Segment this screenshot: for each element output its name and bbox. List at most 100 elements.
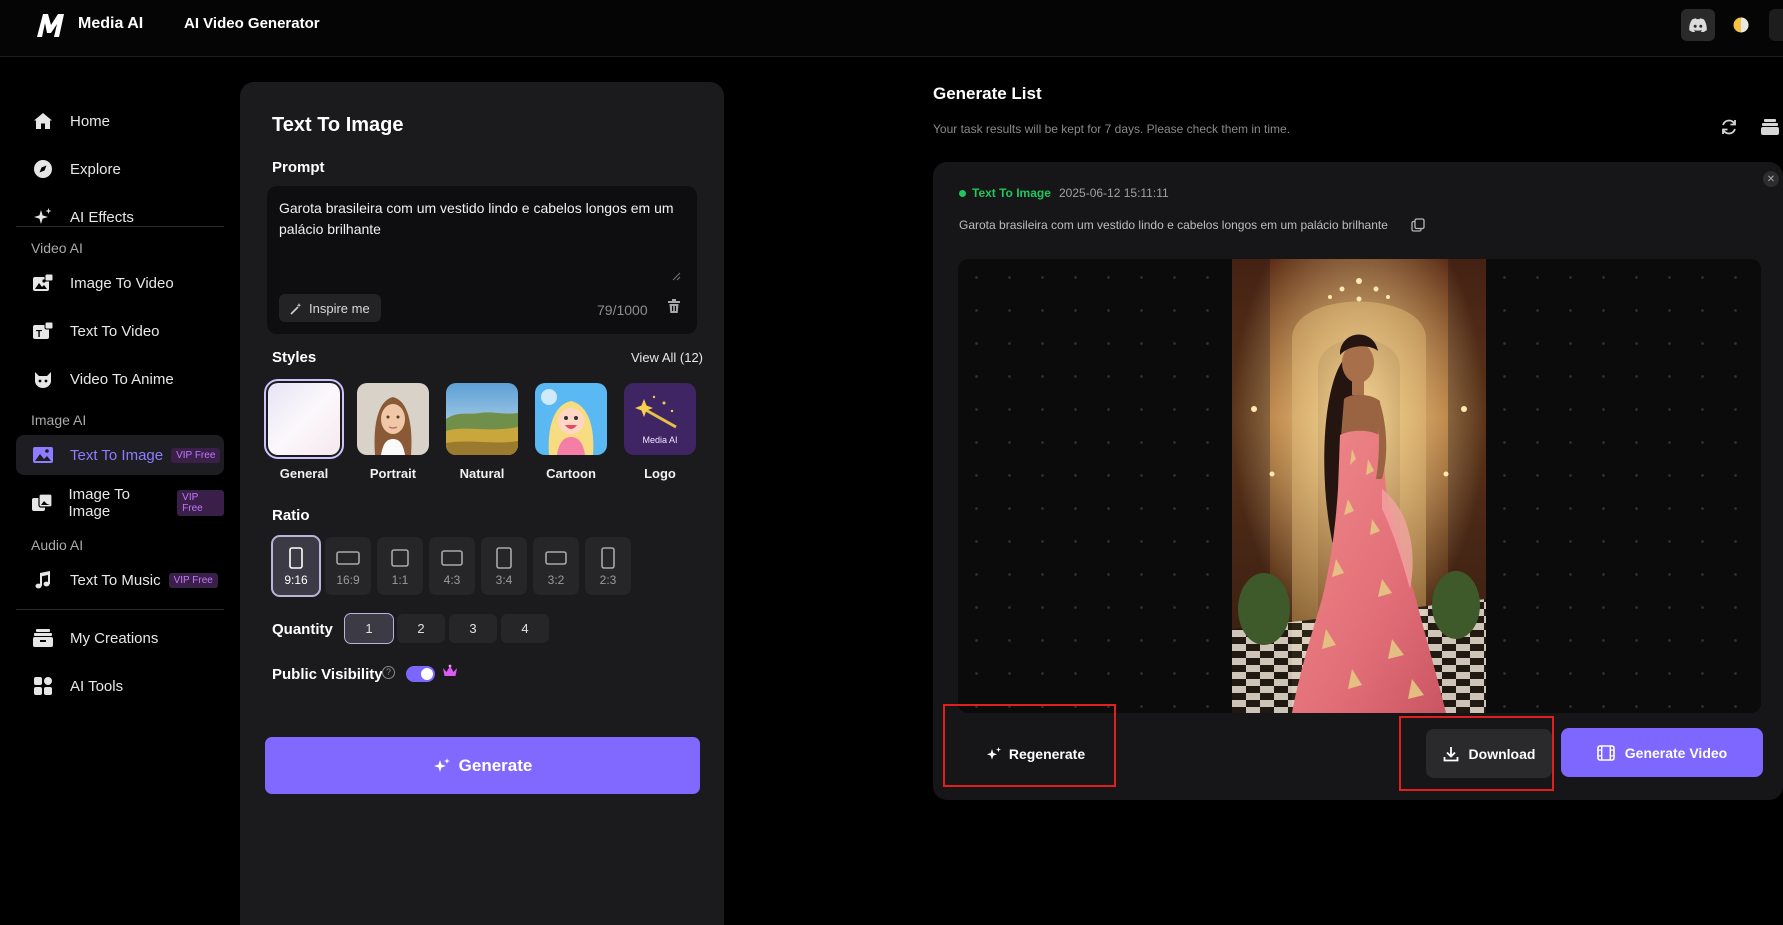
style-cartoon-thumb[interactable] xyxy=(535,383,607,455)
ratio-option-3-4[interactable]: 3:4 xyxy=(481,537,527,595)
sidebar-item-label: Image To Image xyxy=(68,486,130,520)
task-timestamp: 2025-06-12 15:11:11 xyxy=(1059,186,1169,200)
style-label-portrait: Portrait xyxy=(369,466,417,481)
sidebar-item-label: My Creations xyxy=(70,629,159,647)
sidebar-item-explore[interactable]: Explore xyxy=(16,149,224,189)
style-label-natural: Natural xyxy=(459,466,505,481)
character-counter: 79/1000 xyxy=(597,302,648,318)
ratio-option-9-16[interactable]: 9:16 xyxy=(271,535,321,597)
regenerate-highlight-box xyxy=(943,704,1116,787)
sidebar-item-label: Text To Music xyxy=(70,571,161,589)
download-highlight-box xyxy=(1399,716,1554,791)
generate-button[interactable]: Generate xyxy=(265,737,700,794)
ratio-label-text: 4:3 xyxy=(443,573,461,587)
ratio-option-3-2[interactable]: 3:2 xyxy=(533,537,579,595)
generate-video-label: Generate Video xyxy=(1624,744,1728,761)
public-visibility-toggle[interactable] xyxy=(406,666,435,682)
section-label-video-ai: Video AI xyxy=(31,240,83,256)
sidebar-item-label: AI Effects xyxy=(70,208,134,226)
style-label-cartoon: Cartoon xyxy=(546,466,596,481)
prompt-text[interactable]: Garota brasileira com um vestido lindo e… xyxy=(279,198,679,240)
quantity-label: Quantity xyxy=(272,621,333,638)
sidebar-item-label: Video To Anime xyxy=(70,370,174,388)
sidebar-divider xyxy=(16,609,224,610)
sidebar-item-ai-effects[interactable]: AI Effects xyxy=(16,197,224,237)
help-icon[interactable]: ? xyxy=(382,666,395,679)
section-label-audio-ai: Audio AI xyxy=(31,537,84,553)
anime-icon xyxy=(31,367,55,391)
copy-icon[interactable] xyxy=(1411,218,1425,232)
text-video-icon: T xyxy=(31,319,55,343)
music-icon xyxy=(31,568,55,592)
sidebar-item-label: AI Tools xyxy=(70,677,124,695)
sidebar-item-label: Image To Video xyxy=(70,274,174,292)
prompt-textarea[interactable]: Garota brasileira com um vestido lindo e… xyxy=(267,186,697,334)
close-icon[interactable]: ✕ xyxy=(1763,171,1779,187)
generated-image[interactable] xyxy=(1232,259,1486,713)
sidebar-item-label: Home xyxy=(70,112,111,130)
user-menu-button[interactable] xyxy=(1769,9,1783,41)
sidebar-item-label: Explore xyxy=(70,160,121,178)
ratio-option-4-3[interactable]: 4:3 xyxy=(429,537,475,595)
ratio-option-16-9[interactable]: 16:9 xyxy=(325,537,371,595)
sidebar-item-label: Text To Video xyxy=(70,322,160,340)
image-preview-area xyxy=(958,259,1761,713)
resize-grip-icon[interactable] xyxy=(671,271,681,281)
portrait-ratio-icon xyxy=(496,547,512,569)
trash-icon[interactable] xyxy=(667,299,681,314)
ratio-option-2-3[interactable]: 2:3 xyxy=(585,537,631,595)
quantity-option-3[interactable]: 3 xyxy=(449,614,497,643)
vip-free-badge: VIP Free xyxy=(171,447,221,463)
theme-toggle-icon[interactable] xyxy=(1731,15,1751,35)
compass-icon xyxy=(31,157,55,181)
inspire-me-button[interactable]: Inspire me xyxy=(279,294,381,322)
task-type-label: Text To Image xyxy=(972,186,1051,200)
quantity-option-1[interactable]: 1 xyxy=(344,613,394,644)
sidebar-item-image-to-image[interactable]: Image To Image VIP Free xyxy=(16,483,224,523)
section-label-image-ai: Image AI xyxy=(31,412,87,428)
inspire-me-label: Inspire me xyxy=(309,300,370,316)
style-label-logo: Logo xyxy=(644,466,676,481)
portrait-ratio-icon xyxy=(289,547,303,569)
logo-thumb-text: Media AI xyxy=(642,435,677,445)
sidebar-item-text-to-video[interactable]: T Text To Video xyxy=(16,311,224,351)
sidebar-item-image-to-video[interactable]: Image To Video xyxy=(16,263,224,303)
vip-free-badge: VIP Free xyxy=(168,572,218,588)
sidebar-item-text-to-music[interactable]: Text To Music VIP Free xyxy=(16,560,224,600)
text-image-icon xyxy=(31,443,55,467)
landscape-ratio-icon xyxy=(545,551,567,565)
sidebar-item-home[interactable]: Home xyxy=(16,101,224,141)
sidebar-item-video-to-anime[interactable]: Video To Anime xyxy=(16,359,224,399)
style-natural-thumb[interactable] xyxy=(446,383,518,455)
ratio-label-text: 2:3 xyxy=(599,573,617,587)
toggle-knob xyxy=(421,668,433,680)
style-portrait-thumb[interactable] xyxy=(357,383,429,455)
ratio-option-1-1[interactable]: 1:1 xyxy=(377,537,423,595)
sidebar-item-my-creations[interactable]: My Creations xyxy=(16,618,224,658)
quantity-option-2[interactable]: 2 xyxy=(397,614,445,643)
prompt-label: Prompt xyxy=(272,159,325,176)
status-dot xyxy=(959,190,966,197)
vip-free-badge: VIP Free xyxy=(177,490,224,516)
home-icon xyxy=(31,109,55,133)
clear-history-icon[interactable] xyxy=(1761,119,1779,135)
sidebar-item-ai-tools[interactable]: AI Tools xyxy=(16,666,224,706)
generate-video-button[interactable]: Generate Video xyxy=(1561,728,1763,777)
ratio-label: Ratio xyxy=(272,507,310,524)
top-bar: Media AI AI Video Generator xyxy=(0,0,1783,57)
style-logo-thumb[interactable]: Media AI xyxy=(624,383,696,455)
ratio-label-text: 9:16 xyxy=(284,573,308,587)
view-all-styles-link[interactable]: View All (12) xyxy=(631,350,703,365)
refresh-icon[interactable] xyxy=(1720,119,1738,135)
discord-icon xyxy=(1689,18,1707,32)
style-general-thumb[interactable] xyxy=(264,379,344,459)
film-icon xyxy=(1596,744,1615,761)
page-title: AI Video Generator xyxy=(184,15,320,32)
discord-button[interactable] xyxy=(1681,9,1715,41)
task-prompt-text: Garota brasileira com um vestido lindo e… xyxy=(959,218,1388,232)
sidebar-item-text-to-image[interactable]: Text To Image VIP Free xyxy=(16,435,224,475)
crown-icon xyxy=(443,664,457,676)
image-video-icon xyxy=(31,271,55,295)
quantity-option-4[interactable]: 4 xyxy=(501,614,549,643)
media-ai-logo-icon[interactable] xyxy=(34,10,70,40)
